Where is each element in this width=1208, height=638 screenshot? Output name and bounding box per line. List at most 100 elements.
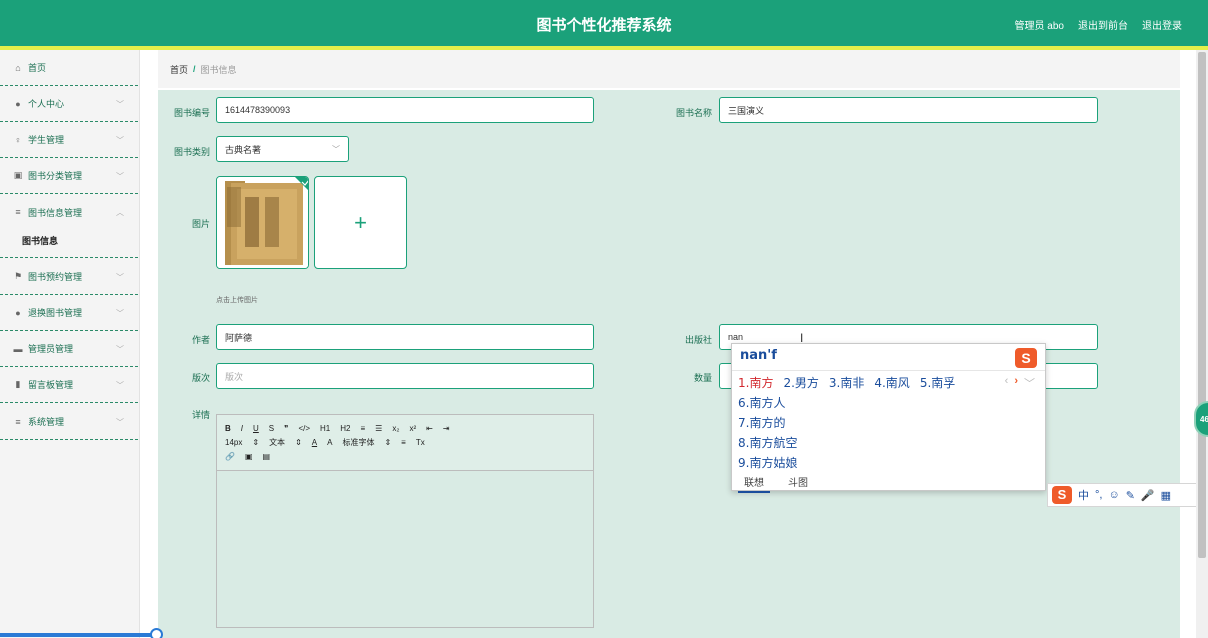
image-label: 图片 [191, 219, 210, 229]
category-label: 图书类别 [173, 147, 210, 157]
sidebar-item-system[interactable]: ≡ 系统管理 ﹀ [0, 404, 138, 440]
ime-candidate[interactable]: 5.南孚 [920, 374, 955, 391]
chevron-left-icon[interactable]: ‹ [1005, 375, 1009, 391]
book-cover-image [217, 177, 308, 268]
image-icon: ▣ [13, 170, 23, 180]
subscript-button[interactable]: x₂ [392, 424, 399, 433]
progress-knob[interactable] [150, 628, 163, 638]
category-select[interactable]: 古典名著 ﹀ [216, 136, 349, 162]
sidebar-item-label: 管理员管理 [28, 344, 74, 354]
background-color-button[interactable]: A [327, 438, 332, 447]
header-actions: 管理员 abo 退出到前台 退出登录 [1015, 17, 1182, 32]
sidebar-item-label: 个人中心 [28, 99, 65, 109]
ime-tab-doutu[interactable]: 斗图 [788, 474, 808, 493]
h1-button[interactable]: H1 [320, 424, 330, 433]
chevron-down-icon: ﹀ [116, 172, 124, 181]
list-icon: ≡ [15, 207, 21, 217]
floating-badge[interactable]: 46 [1194, 401, 1208, 437]
book-no-input[interactable]: 1614478390093 [216, 97, 594, 123]
superscript-button[interactable]: x² [409, 424, 416, 433]
breadcrumb-home[interactable]: 首页 [170, 63, 188, 76]
align-button[interactable]: ≡ [401, 438, 406, 447]
chevron-right-icon[interactable]: › [1014, 375, 1018, 391]
sidebar-item-return[interactable]: ● 退换图书管理 ﹀ [0, 295, 138, 331]
editor-toolbar-row-1: B I U S ❞ </> H1 H2 ≡ ☰ x₂ x² ⇤ ⇥ [225, 421, 585, 435]
monitor-icon: ▬ [13, 343, 23, 354]
author-input[interactable]: 阿萨德 [216, 324, 594, 350]
indent-button[interactable]: ⇥ [443, 424, 450, 433]
outdent-button[interactable]: ⇤ [426, 424, 433, 433]
upload-image-button[interactable]: + [314, 176, 407, 269]
ime-candidate[interactable]: 8.南方航空 [738, 434, 797, 451]
edition-input[interactable]: 版次 [216, 363, 594, 389]
ime-candidate[interactable]: 4.南风 [874, 374, 909, 391]
flag-icon: ⚑ [13, 271, 23, 281]
chevron-down-icon: ﹀ [116, 418, 124, 427]
sidebar-subitem-label: 图书信息 [22, 236, 59, 246]
italic-button[interactable]: I [241, 424, 243, 433]
mic-icon[interactable]: 🎤 [1141, 489, 1155, 502]
sidebar-item-label: 图书分类管理 [28, 171, 83, 181]
font-size-select[interactable]: 14px [225, 438, 242, 447]
pen-icon[interactable]: ✎ [1126, 489, 1135, 502]
user-icon: ● [15, 98, 21, 109]
link-button[interactable]: 🔗 [225, 452, 235, 461]
edition-label: 版次 [191, 373, 210, 383]
punctuation-icon[interactable]: °, [1095, 489, 1102, 501]
sidebar-item-messages[interactable]: ▮ 留言板管理 ﹀ [0, 367, 138, 403]
sidebar-item-reservation[interactable]: ⚑ 图书预约管理 ﹀ [0, 259, 138, 295]
breadcrumb-separator: / [193, 64, 196, 74]
ime-candidate[interactable]: 9.南方姑娘 [738, 454, 797, 471]
bottom-progress-bar [0, 633, 158, 637]
font-family-select[interactable]: 标准字体 [342, 437, 374, 448]
bullet-list-button[interactable]: ☰ [375, 424, 382, 433]
sidebar-item-label: 学生管理 [28, 135, 65, 145]
ime-tab-association[interactable]: 联想 [738, 474, 770, 493]
breadcrumb: 首页 / 图书信息 [158, 50, 1180, 88]
h2-button[interactable]: H2 [340, 424, 350, 433]
sidebar-item-book-category[interactable]: ▣ 图书分类管理 ﹀ [0, 158, 138, 194]
ime-candidate[interactable]: 6.南方人 [738, 394, 785, 411]
book-cover-thumbnail[interactable] [216, 176, 309, 269]
book-no-label: 图书编号 [173, 108, 210, 118]
bold-button[interactable]: B [225, 424, 231, 433]
video-button[interactable]: ▤ [263, 452, 271, 461]
sidebar-item-students[interactable]: ♀ 学生管理 ﹀ [0, 122, 138, 158]
quote-button[interactable]: ❞ [284, 424, 288, 433]
author-label: 作者 [191, 335, 210, 345]
admin-label: 管理员 abo [1014, 21, 1064, 32]
editor-toolbar-row-3: 🔗 ▣ ▤ [225, 449, 585, 463]
strike-button[interactable]: S [269, 424, 274, 433]
front-link[interactable]: 退出到前台 [1078, 17, 1128, 32]
header-select[interactable]: 文本 [269, 437, 285, 448]
sidebar-item-profile[interactable]: ● 个人中心 ﹀ [0, 86, 138, 122]
ime-candidate[interactable]: 7.南方的 [738, 414, 785, 431]
grid-icon[interactable]: ▦ [1161, 489, 1171, 502]
vertical-scrollbar[interactable] [1196, 50, 1208, 638]
sidebar: ⌂ 首页 ● 个人中心 ﹀ ♀ 学生管理 ﹀ ▣ 图书分类管理 ﹀ ≡ 图书信息… [0, 50, 140, 638]
underline-button[interactable]: U [253, 424, 259, 433]
emoji-icon[interactable]: ☺ [1108, 489, 1119, 501]
font-color-button[interactable]: A [312, 438, 317, 447]
rich-text-editor[interactable]: B I U S ❞ </> H1 H2 ≡ ☰ x₂ x² ⇤ ⇥ 14px ⇕… [216, 414, 594, 628]
ime-candidate[interactable]: 1.南方 [738, 374, 773, 391]
code-button[interactable]: </> [298, 424, 310, 433]
quantity-label: 数量 [693, 373, 712, 383]
chevron-down-icon: ﹀ [116, 136, 124, 145]
logout-link[interactable]: 退出登录 [1142, 17, 1182, 32]
ime-mode-toggle[interactable]: 中 [1078, 487, 1089, 503]
book-name-input[interactable]: 三国演义 [719, 97, 1098, 123]
ime-candidate[interactable]: 2.男方 [783, 374, 818, 391]
image-button[interactable]: ▣ [245, 452, 253, 461]
ordered-list-button[interactable]: ≡ [361, 424, 366, 433]
sidebar-item-admin[interactable]: ▬ 管理员管理 ﹀ [0, 331, 138, 367]
chevron-down-icon[interactable]: ﹀ [1024, 375, 1035, 391]
scrollbar-thumb[interactable] [1198, 52, 1206, 558]
ime-candidate[interactable]: 3.南非 [829, 374, 864, 391]
chevron-down-icon: ﹀ [116, 100, 124, 109]
list-icon: ≡ [15, 416, 21, 427]
clear-format-button[interactable]: Tx [416, 438, 425, 447]
sogou-logo-icon[interactable]: S [1052, 486, 1072, 504]
sidebar-subitem-book-info[interactable]: 图书信息 [0, 224, 138, 258]
sidebar-item-home[interactable]: ⌂ 首页 [0, 50, 138, 86]
